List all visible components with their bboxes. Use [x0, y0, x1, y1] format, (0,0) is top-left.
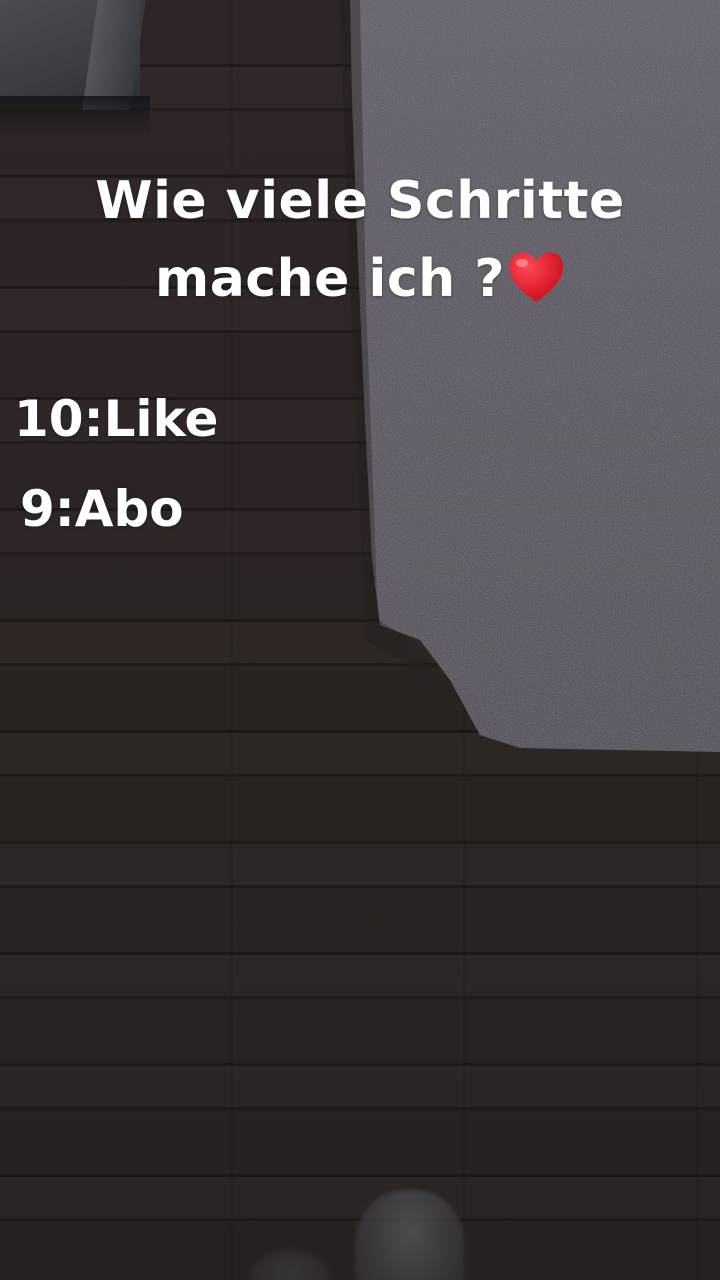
option-like: 10:Like — [14, 390, 219, 448]
option-abo: 9:Abo — [20, 480, 184, 538]
question-line-2-text: mache ich ? — [155, 249, 505, 309]
video-frame: Wie viele Schritte mache ich ? 10:Like 9… — [0, 0, 720, 1280]
question-line-2: mache ich ? — [0, 240, 720, 318]
question-line-1: Wie viele Schritte — [95, 171, 625, 231]
red-heart-icon — [507, 250, 565, 304]
shoe-right — [355, 1190, 465, 1280]
